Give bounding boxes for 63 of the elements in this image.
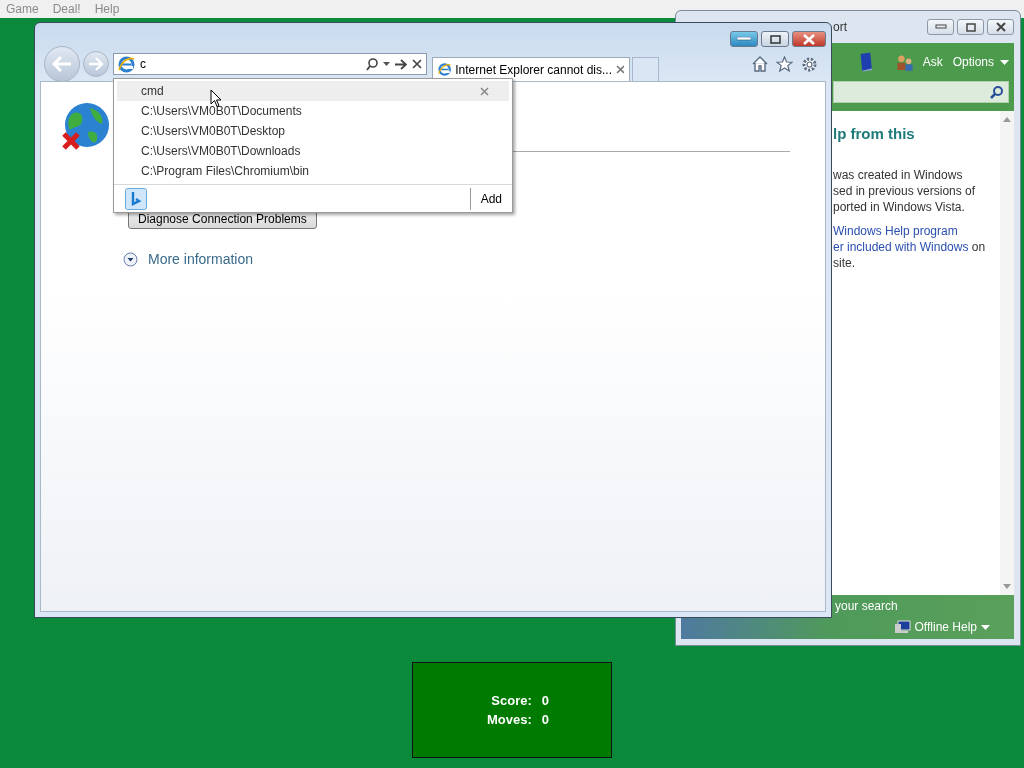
scroll-down-icon[interactable] (1003, 584, 1011, 589)
help-heading: lp from this (833, 125, 916, 144)
maximize-button[interactable] (957, 19, 984, 35)
add-button[interactable]: Add (470, 191, 512, 206)
help-text: ported in Windows Vista. (833, 200, 965, 214)
help-text: on (970, 240, 986, 254)
window-title: ort (833, 20, 848, 34)
close-icon[interactable] (412, 59, 422, 69)
scroll-up-icon[interactable] (1003, 117, 1011, 122)
minimize-button[interactable] (927, 19, 954, 35)
browser-tab[interactable]: Internet Explorer cannot dis... (432, 57, 630, 81)
search-field[interactable] (833, 81, 1009, 103)
moves-label: Moves: (487, 712, 532, 727)
computer-icon (894, 620, 911, 634)
help-text: sed in previous versions of (833, 184, 976, 198)
caret-icon (981, 624, 990, 630)
back-arrow-icon (51, 55, 73, 73)
browser-logo-icon (118, 55, 135, 73)
close-icon[interactable] (616, 65, 624, 74)
minimize-icon (737, 37, 751, 41)
close-icon (802, 33, 816, 45)
caret-icon[interactable] (383, 62, 390, 66)
globe-error-icon (62, 102, 110, 152)
expand-icon[interactable] (123, 251, 138, 267)
help-text: was created in Windows (833, 168, 963, 182)
more-information-link[interactable]: More information (148, 251, 254, 267)
score-value: 0 (541, 693, 549, 708)
close-button[interactable] (792, 31, 826, 47)
scrollbar[interactable] (1000, 111, 1014, 595)
help-text: site. (833, 256, 855, 270)
caret-icon (1000, 59, 1009, 65)
help-link[interactable]: Windows Help program (833, 224, 958, 238)
search-icon[interactable] (366, 57, 378, 71)
maximize-icon (769, 34, 781, 44)
browser-logo-icon (438, 62, 452, 77)
moves-value: 0 (541, 712, 549, 727)
mouse-pointer-icon (210, 89, 222, 108)
help-link[interactable]: er included with Windows (833, 240, 969, 254)
search-hint: your search (835, 599, 899, 613)
score-label: Score: (490, 693, 532, 708)
forward-arrow-icon (88, 57, 104, 71)
book-icon[interactable] (859, 50, 874, 74)
home-icon[interactable] (752, 56, 768, 72)
suggestion-item[interactable]: cmd (117, 81, 509, 101)
delete-icon[interactable] (480, 86, 489, 96)
search-icon[interactable] (990, 85, 1004, 99)
tab-title: Internet Explorer cannot dis... (455, 62, 613, 77)
maximize-icon (965, 22, 976, 32)
maximize-button[interactable] (761, 31, 789, 47)
star-icon[interactable] (776, 56, 793, 72)
minimize-icon (934, 24, 947, 30)
suggestion-item[interactable]: C:\Program Files\Chromium\bin (117, 161, 509, 181)
address-bar[interactable]: c (113, 53, 427, 75)
settings-icon[interactable] (801, 55, 818, 73)
close-icon (994, 22, 1007, 32)
suggestion-item[interactable]: C:\Users\VM0B0T\Desktop (117, 121, 509, 141)
suggestion-item[interactable]: C:\Users\VM0B0T\Downloads (117, 141, 509, 161)
search-provider-icon[interactable] (125, 187, 147, 210)
go-arrow-icon[interactable] (395, 58, 407, 70)
minimize-button[interactable] (730, 31, 758, 47)
suggestion-item[interactable]: C:\Users\VM0B0T\Documents (117, 101, 509, 121)
close-button[interactable] (987, 19, 1014, 35)
address-text: c (140, 57, 147, 71)
